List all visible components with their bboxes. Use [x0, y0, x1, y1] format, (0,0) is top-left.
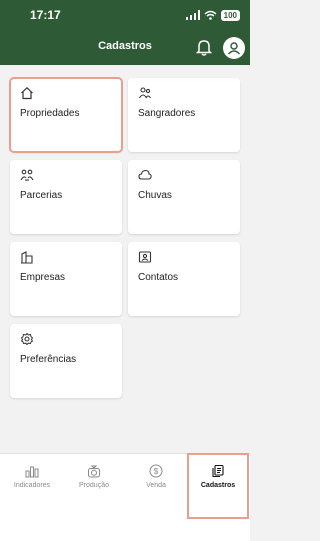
- card-label: Empresas: [20, 272, 66, 283]
- user-icon: [227, 42, 241, 55]
- signal-icon: [185, 10, 200, 20]
- nav-label: Venda: [146, 482, 166, 489]
- status-bar: 17:17 100: [0, 0, 250, 30]
- building-icon: [21, 251, 33, 264]
- gear-icon: [20, 332, 34, 346]
- documents-icon: [212, 464, 224, 478]
- card-preferencias[interactable]: Preferências: [10, 324, 122, 398]
- card-label: Chuvas: [138, 190, 172, 201]
- card-empresas[interactable]: Empresas: [10, 242, 122, 316]
- nav-label: Indicadores: [13, 482, 51, 489]
- scale-icon: [88, 465, 100, 478]
- nav-item-producao[interactable]: Produção: [64, 454, 124, 518]
- card-parcerias[interactable]: Parcerias: [10, 160, 122, 234]
- house-icon: [21, 86, 33, 100]
- card-label: Preferências: [20, 354, 77, 365]
- page-title: Cadastros: [98, 40, 152, 52]
- card-label: Contatos: [138, 272, 179, 283]
- svg-text:$: $: [154, 467, 159, 476]
- wifi-icon: [204, 10, 217, 20]
- people-icon: [139, 87, 151, 99]
- nav-item-cadastros[interactable]: Cadastros: [187, 453, 249, 519]
- nav-item-indicadores[interactable]: Indicadores: [2, 454, 62, 518]
- app-header: Cadastros: [0, 30, 250, 65]
- cloud-icon: [138, 169, 152, 180]
- contact-card-icon: [138, 251, 152, 263]
- bar-chart-icon: [25, 466, 39, 478]
- card-sangradores[interactable]: Sangradores: [128, 78, 240, 152]
- bell-icon[interactable]: [196, 38, 212, 56]
- card-label: Propriedades: [20, 108, 80, 119]
- card-contatos[interactable]: Contatos: [128, 242, 240, 316]
- nav-label: Produção: [79, 482, 109, 489]
- status-icons: 100: [185, 9, 240, 21]
- avatar[interactable]: [223, 37, 245, 59]
- card-label: Parcerias: [20, 190, 63, 201]
- status-time: 17:17: [30, 8, 61, 22]
- card-label: Sangradores: [138, 108, 196, 119]
- battery-indicator: 100: [220, 9, 240, 21]
- card-propriedades[interactable]: Propriedades: [9, 77, 123, 153]
- nav-item-venda[interactable]: $ Venda: [126, 454, 186, 518]
- nav-label: Cadastros: [200, 482, 236, 489]
- partners-icon: [20, 169, 34, 181]
- bottom-nav: Indicadores Produção $ Venda Cadastros: [0, 453, 250, 541]
- dollar-icon: $: [149, 464, 163, 478]
- card-chuvas[interactable]: Chuvas: [128, 160, 240, 234]
